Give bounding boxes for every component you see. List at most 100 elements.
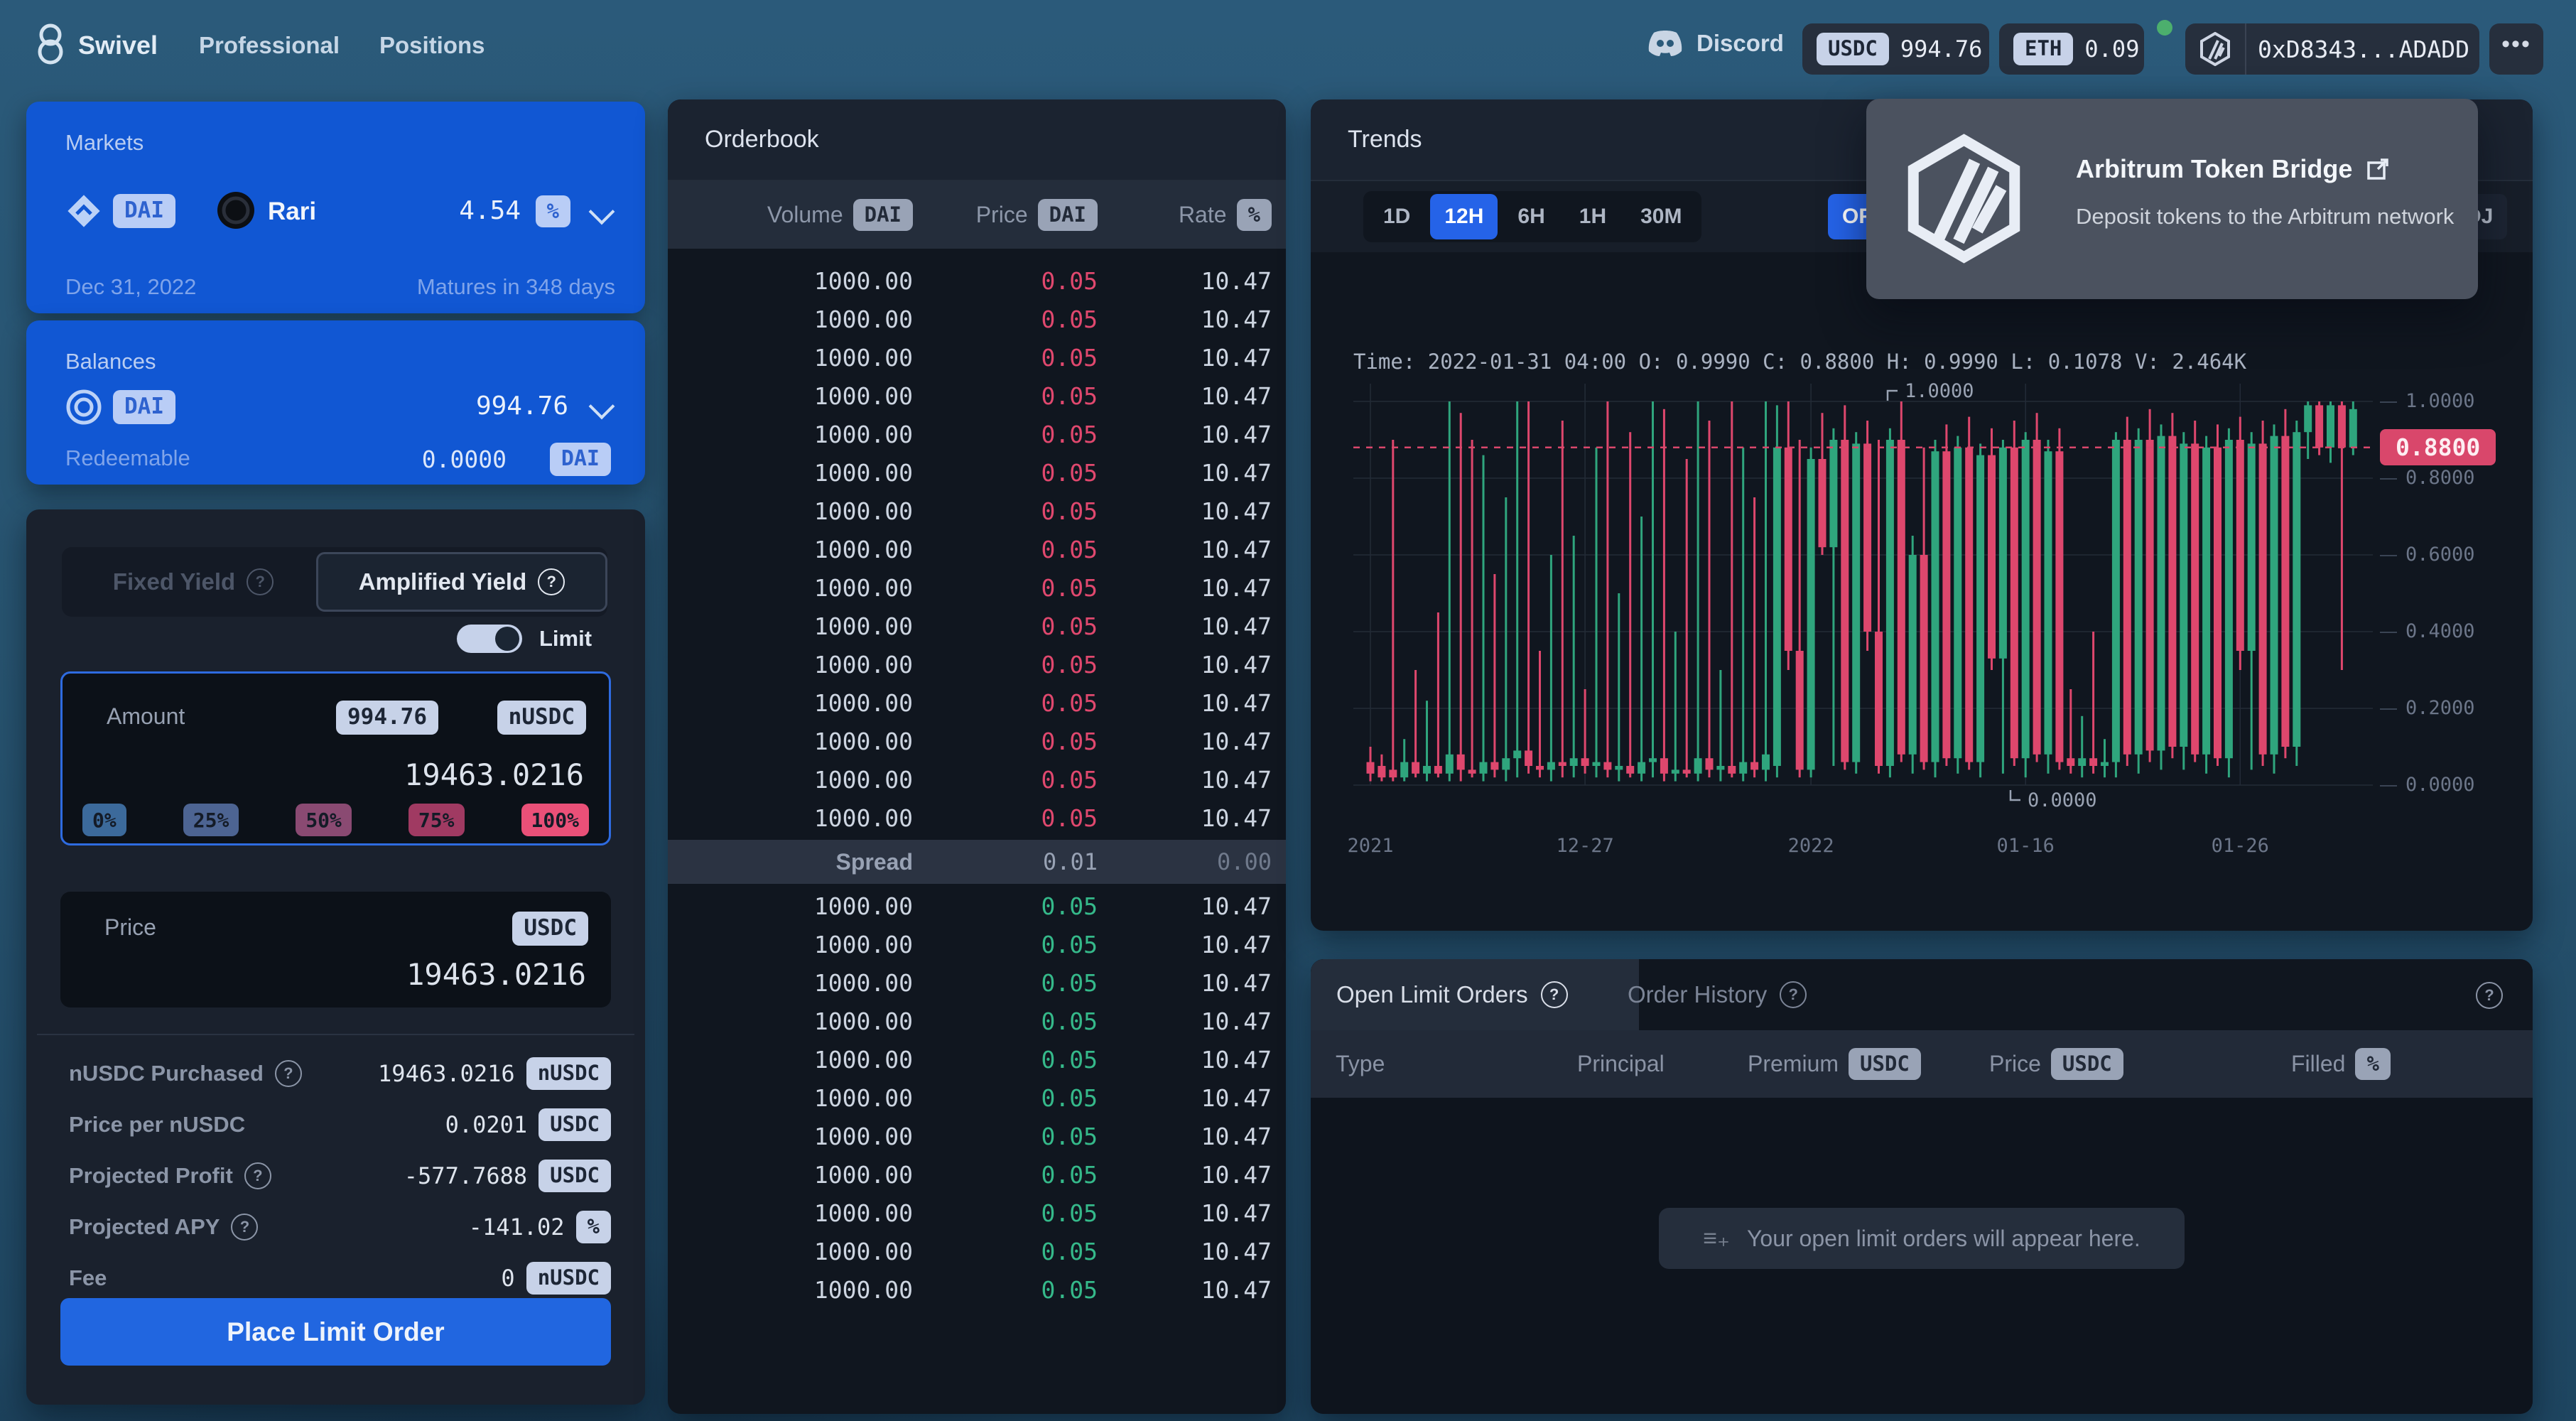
row-price: 0.05 (913, 766, 1098, 794)
percent-chip-50[interactable]: 50% (296, 804, 352, 836)
orderbook-row-bid[interactable]: 1000.000.0510.47 (668, 887, 1286, 925)
percent-chip-75[interactable]: 75% (408, 804, 465, 836)
orderbook-row-ask[interactable]: 1000.000.0510.47 (668, 722, 1286, 760)
orders-panel: Open Limit Orders ? Order History ? ? Ty… (1311, 959, 2533, 1414)
amount-balance-badge[interactable]: 994.76 (336, 701, 438, 735)
tab-fixed-yield[interactable]: Fixed Yield ? (62, 547, 325, 617)
chevron-down-icon[interactable] (589, 394, 615, 420)
orderbook-row-bid[interactable]: 1000.000.0510.47 (668, 1194, 1286, 1232)
orderbook-row-ask[interactable]: 1000.000.0510.47 (668, 415, 1286, 453)
orderbook-row-ask[interactable]: 1000.000.0510.47 (668, 760, 1286, 799)
usdc-balance-pill[interactable]: USDC 994.76 (1802, 23, 1989, 75)
tab-amplified-yield[interactable]: Amplified Yield ? (316, 552, 607, 612)
row-rate: 10.47 (1098, 306, 1272, 333)
row-rate: 10.47 (1098, 1084, 1272, 1112)
help-icon[interactable]: ? (2476, 982, 2503, 1009)
orderbook-row-ask[interactable]: 1000.000.0510.47 (668, 645, 1286, 684)
info-icon[interactable]: ? (1780, 981, 1807, 1008)
redeemable-label: Redeemable (65, 445, 190, 471)
amount-value[interactable]: 19463.0216 (404, 757, 584, 792)
amplified-yield-label: Amplified Yield (359, 568, 527, 595)
nav-link-positions[interactable]: Positions (379, 32, 485, 59)
row-price: 0.05 (913, 459, 1098, 487)
orderbook-row-ask[interactable]: 1000.000.0510.47 (668, 568, 1286, 607)
orderbook-row-bid[interactable]: 1000.000.0510.47 (668, 1002, 1286, 1040)
orders-col-filled: Filled% (2291, 1030, 2391, 1098)
overflow-menu-button[interactable]: ••• (2489, 23, 2543, 75)
tab-order-history[interactable]: Order History ? (1602, 959, 1832, 1030)
row-rate: 10.47 (1098, 574, 1272, 602)
summary-value: -141.02 (469, 1214, 565, 1241)
row-price: 0.05 (913, 421, 1098, 448)
limit-toggle[interactable] (457, 625, 522, 653)
orderbook-row-bid[interactable]: 1000.000.0510.47 (668, 1155, 1286, 1194)
orderbook-row-bid[interactable]: 1000.000.0510.47 (668, 925, 1286, 963)
arbitrum-bridge-tooltip[interactable]: Arbitrum Token Bridge Deposit tokens to … (1866, 99, 2478, 299)
orderbook-row-ask[interactable]: 1000.000.0510.47 (668, 684, 1286, 722)
percent-chip-100[interactable]: 100% (521, 804, 589, 836)
info-icon[interactable]: ? (231, 1214, 258, 1241)
fixed-yield-label: Fixed Yield (113, 568, 235, 595)
candlestick-chart[interactable]: 1.00000.0000 (1353, 369, 2373, 828)
row-rate: 10.47 (1098, 1123, 1272, 1150)
markets-card[interactable]: Markets DAI Rari 4.54 % Dec 31, 2022 Mat… (26, 102, 645, 313)
info-icon[interactable]: ? (244, 1162, 271, 1189)
discord-button[interactable]: Discord (1647, 28, 1784, 58)
info-icon[interactable]: ? (247, 568, 274, 595)
orderbook-row-ask[interactable]: 1000.000.0510.47 (668, 338, 1286, 377)
orderbook-row-ask[interactable]: 1000.000.0510.47 (668, 799, 1286, 837)
order-history-label: Order History (1628, 981, 1767, 1008)
nav-link-professional[interactable]: Professional (199, 32, 340, 59)
row-volume: 1000.00 (682, 1161, 913, 1189)
orderbook-row-bid[interactable]: 1000.000.0510.47 (668, 1040, 1286, 1079)
orderbook-row-ask[interactable]: 1000.000.0510.47 (668, 377, 1286, 415)
eth-balance-pill[interactable]: ETH 0.09 (1999, 23, 2144, 75)
tab-open-limit-orders[interactable]: Open Limit Orders ? (1311, 959, 1639, 1030)
usdc-token-badge: USDC (1817, 33, 1889, 65)
external-link-icon[interactable] (2366, 158, 2389, 180)
orderbook-row-ask[interactable]: 1000.000.0510.47 (668, 261, 1286, 300)
row-rate: 10.47 (1098, 804, 1272, 832)
orderbook-row-ask[interactable]: 1000.000.0510.47 (668, 300, 1286, 338)
row-price: 0.05 (913, 382, 1098, 410)
orderbook-row-bid[interactable]: 1000.000.0510.47 (668, 1117, 1286, 1155)
tooltip-subtitle: Deposit tokens to the Arbitrum network (2076, 204, 2454, 229)
wallet-button[interactable]: 0xD8343...ADADD (2185, 23, 2479, 75)
row-volume: 1000.00 (682, 804, 913, 832)
balances-card[interactable]: Balances DAI 994.76 Redeemable 0.0000 DA… (26, 320, 645, 485)
info-icon[interactable]: ? (1541, 981, 1568, 1008)
summary-unit-badge: nUSDC (526, 1057, 611, 1089)
orders-col-price: PriceUSDC (1989, 1030, 2123, 1098)
interval-button-6h[interactable]: 6H (1503, 194, 1559, 239)
orderbook-row-ask[interactable]: 1000.000.0510.47 (668, 492, 1286, 530)
percent-chip-0[interactable]: 0% (82, 804, 126, 836)
orderbook-row-bid[interactable]: 1000.000.0510.47 (668, 1270, 1286, 1309)
percent-chip-25[interactable]: 25% (183, 804, 239, 836)
amount-input-box[interactable]: Amount 994.76 nUSDC 19463.0216 0%25%50%7… (60, 671, 611, 845)
row-rate: 10.47 (1098, 459, 1272, 487)
orderbook-row-bid[interactable]: 1000.000.0510.47 (668, 1079, 1286, 1117)
row-rate: 10.47 (1098, 931, 1272, 958)
orderbook-row-ask[interactable]: 1000.000.0510.47 (668, 607, 1286, 645)
orderbook-row-ask[interactable]: 1000.000.0510.47 (668, 530, 1286, 568)
interval-button-12h[interactable]: 12H (1430, 194, 1498, 239)
orderbook-row-bid[interactable]: 1000.000.0510.47 (668, 1232, 1286, 1270)
market-protocol-name: Rari (268, 198, 316, 226)
price-value[interactable]: 19463.0216 (406, 957, 586, 992)
interval-button-30m[interactable]: 30M (1626, 194, 1696, 239)
market-date: Dec 31, 2022 (65, 274, 196, 300)
interval-button-1d[interactable]: 1D (1369, 194, 1424, 239)
interval-button-1h[interactable]: 1H (1565, 194, 1620, 239)
amount-token-badge[interactable]: nUSDC (497, 701, 586, 735)
place-limit-order-button[interactable]: Place Limit Order (60, 1298, 611, 1366)
chevron-down-icon[interactable] (589, 199, 615, 225)
orderbook-row-bid[interactable]: 1000.000.0510.47 (668, 963, 1286, 1002)
info-icon[interactable]: ? (275, 1060, 302, 1087)
info-icon[interactable]: ? (538, 568, 565, 595)
price-input-box[interactable]: Price USDC 19463.0216 (60, 892, 611, 1007)
y-axis-tick: 0.6000 (2380, 544, 2475, 566)
orderbook-row-ask[interactable]: 1000.000.0510.47 (668, 453, 1286, 492)
interval-button-group: 1D12H6H1H30M (1363, 191, 1701, 242)
col-rate-label: Rate (1179, 202, 1227, 228)
row-price: 0.05 (913, 1276, 1098, 1304)
